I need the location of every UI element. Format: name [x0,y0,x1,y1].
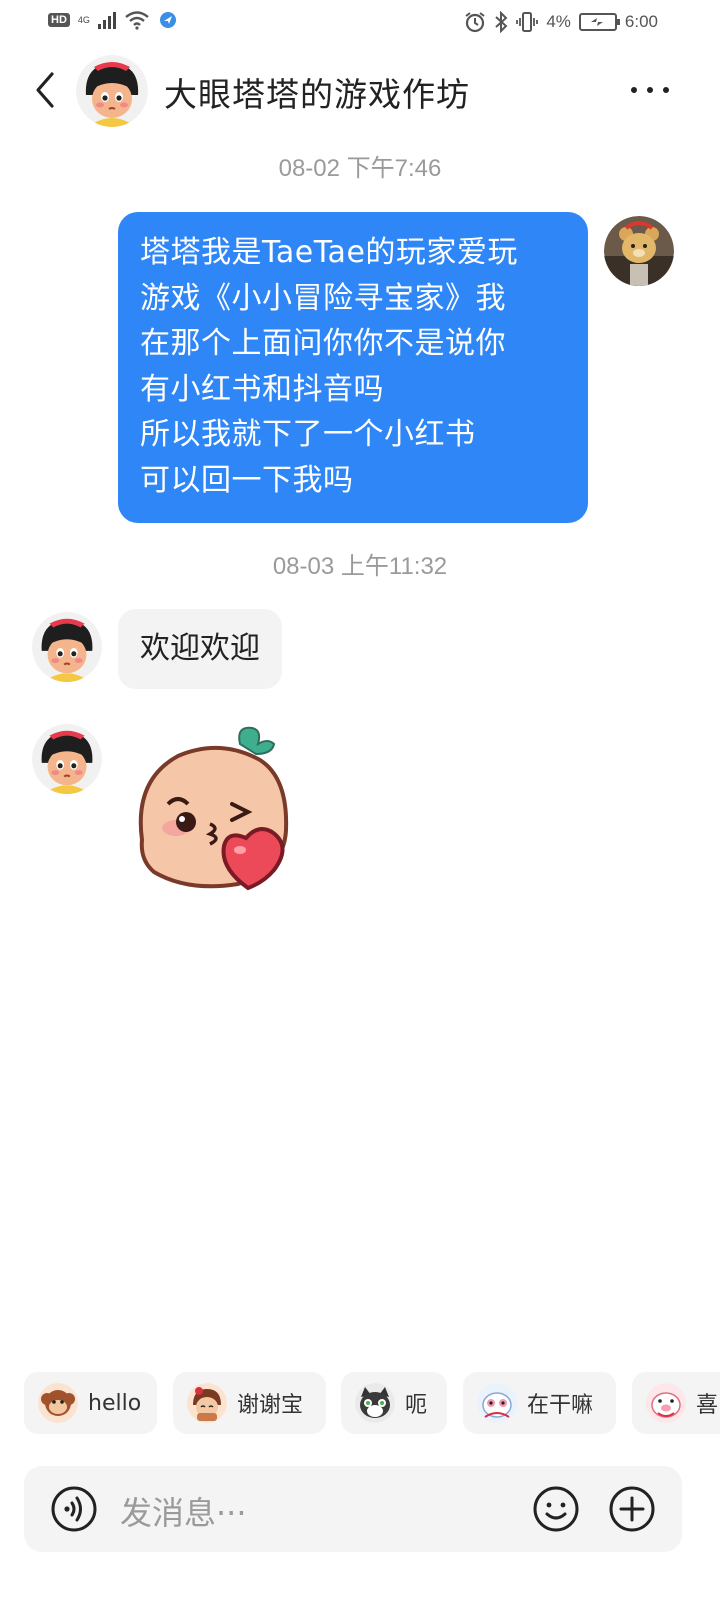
message-input-bar: 发消息··· [24,1466,682,1552]
status-left: HD 4G [48,10,178,30]
location-icon [159,12,176,28]
cat-sticker-icon [355,1383,395,1423]
status-bar: HD 4G 4% 6:00 [0,0,720,48]
quick-reply-label: 谢谢宝 [237,1393,304,1418]
hd-badge: HD [48,13,70,27]
quick-reply-like[interactable]: 喜 [632,1372,720,1434]
contact-avatar[interactable] [76,55,148,127]
bunny-sticker-icon [477,1383,517,1423]
incoming-message-bubble[interactable]: 欢迎欢迎 [118,609,282,689]
quick-reply-label: 在干嘛 [527,1393,594,1418]
battery-icon [578,13,620,31]
quick-reply-uh[interactable]: 呃 [341,1372,447,1434]
quick-reply-what-doing[interactable]: 在干嘛 [463,1372,616,1434]
bluetooth-icon [495,11,508,33]
more-options-icon[interactable] [626,78,674,102]
quick-reply-label: 喜 [696,1393,719,1418]
wifi-icon [125,11,149,30]
quick-reply-bar: hello 谢谢宝 呃 在干嘛 喜 [24,1372,720,1434]
girl-avatar-icon [32,724,102,794]
contact-message-avatar[interactable] [32,612,102,682]
alarm-icon [465,12,485,33]
battery-percent: 4% [546,12,571,31]
message-timestamp: 08-02 下午7:46 [278,155,442,182]
emoji-icon[interactable] [532,1485,580,1533]
quick-reply-thanks[interactable]: 谢谢宝 [173,1372,326,1434]
signal-icon [97,11,116,29]
quick-reply-label: hello [88,1390,142,1416]
monkey-sticker-icon [38,1383,78,1423]
message-input[interactable]: 发消息··· [120,1488,247,1534]
peach-kiss-sticker[interactable] [128,720,304,896]
bear-avatar-icon [604,216,674,286]
pig-sticker-icon [646,1383,686,1423]
network-type: 4G [77,14,90,25]
add-attachment-icon[interactable] [608,1485,656,1533]
clock-time: 6:00 [624,12,658,31]
status-right: 4% 6:00 [464,11,658,33]
vibrate-icon [516,12,539,32]
outgoing-message-bubble[interactable]: 塔塔我是TaeTae的玩家爱玩 游戏《小小冒险寻宝家》我 在那个上面问你你不是说… [118,212,588,523]
contact-message-avatar[interactable] [32,724,102,794]
voice-input-icon[interactable] [50,1485,98,1533]
message-timestamp: 08-03 上午11:32 [272,553,448,580]
quick-reply-hello[interactable]: hello [24,1372,157,1434]
my-avatar[interactable] [604,216,674,286]
quick-reply-label: 呃 [405,1393,428,1418]
chat-title: 大眼塔塔的游戏作坊 [164,75,470,114]
girl-avatar-icon [76,55,148,127]
girl-avatar-icon [32,612,102,682]
back-arrow-icon[interactable] [28,70,64,110]
girl-sticker-icon [187,1383,227,1423]
chat-header: 大眼塔塔的游戏作坊 [0,50,720,132]
